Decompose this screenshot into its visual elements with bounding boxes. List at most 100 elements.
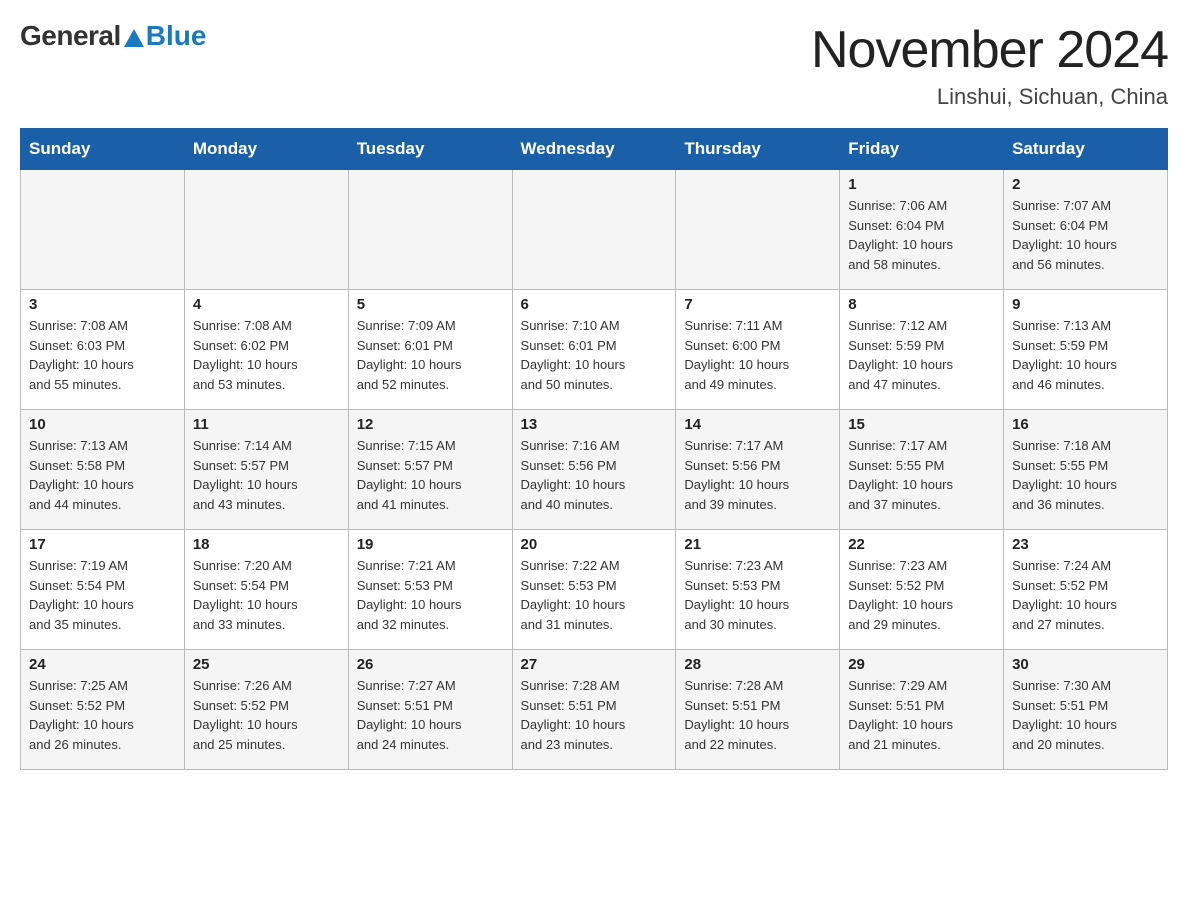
calendar-cell xyxy=(21,170,185,290)
calendar-table: SundayMondayTuesdayWednesdayThursdayFrid… xyxy=(20,128,1168,770)
day-info: Sunrise: 7:14 AM Sunset: 5:57 PM Dayligh… xyxy=(193,436,340,514)
title-area: November 2024 Linshui, Sichuan, China xyxy=(811,20,1168,110)
calendar-header-sunday: Sunday xyxy=(21,129,185,170)
calendar-cell: 24 Sunrise: 7:25 AM Sunset: 5:52 PM Dayli… xyxy=(21,650,185,770)
calendar-week-1: 1 Sunrise: 7:06 AM Sunset: 6:04 PM Daylig… xyxy=(21,170,1168,290)
logo-triangle-icon xyxy=(124,29,144,47)
calendar-header-saturday: Saturday xyxy=(1004,129,1168,170)
day-info: Sunrise: 7:07 AM Sunset: 6:04 PM Dayligh… xyxy=(1012,196,1159,274)
day-number: 28 xyxy=(684,656,831,673)
day-info: Sunrise: 7:15 AM Sunset: 5:57 PM Dayligh… xyxy=(357,436,504,514)
day-number: 1 xyxy=(848,176,995,193)
day-number: 17 xyxy=(29,536,176,553)
calendar-cell: 3 Sunrise: 7:08 AM Sunset: 6:03 PM Daylig… xyxy=(21,290,185,410)
calendar-header-thursday: Thursday xyxy=(676,129,840,170)
day-number: 22 xyxy=(848,536,995,553)
day-number: 2 xyxy=(1012,176,1159,193)
day-number: 19 xyxy=(357,536,504,553)
day-info: Sunrise: 7:30 AM Sunset: 5:51 PM Dayligh… xyxy=(1012,676,1159,754)
day-number: 16 xyxy=(1012,416,1159,433)
calendar-cell: 25 Sunrise: 7:26 AM Sunset: 5:52 PM Dayli… xyxy=(184,650,348,770)
calendar-cell: 11Sunrise: 7:14 AM Sunset: 5:57 PM Dayli… xyxy=(184,410,348,530)
day-number: 4 xyxy=(193,296,340,313)
calendar-week-2: 3 Sunrise: 7:08 AM Sunset: 6:03 PM Daylig… xyxy=(21,290,1168,410)
location-title: Linshui, Sichuan, China xyxy=(811,84,1168,110)
day-info: Sunrise: 7:20 AM Sunset: 5:54 PM Dayligh… xyxy=(193,556,340,634)
day-number: 27 xyxy=(521,656,668,673)
calendar-cell: 29Sunrise: 7:29 AM Sunset: 5:51 PM Dayli… xyxy=(840,650,1004,770)
day-number: 9 xyxy=(1012,296,1159,313)
calendar-header-row: SundayMondayTuesdayWednesdayThursdayFrid… xyxy=(21,129,1168,170)
calendar-cell: 30 Sunrise: 7:30 AM Sunset: 5:51 PM Dayli… xyxy=(1004,650,1168,770)
calendar-cell: 4 Sunrise: 7:08 AM Sunset: 6:02 PM Daylig… xyxy=(184,290,348,410)
day-info: Sunrise: 7:08 AM Sunset: 6:02 PM Dayligh… xyxy=(193,316,340,394)
calendar-week-3: 10 Sunrise: 7:13 AM Sunset: 5:58 PM Dayli… xyxy=(21,410,1168,530)
day-number: 26 xyxy=(357,656,504,673)
header: General Blue November 2024 Linshui, Sich… xyxy=(20,20,1168,110)
calendar-header-wednesday: Wednesday xyxy=(512,129,676,170)
day-info: Sunrise: 7:22 AM Sunset: 5:53 PM Dayligh… xyxy=(521,556,668,634)
day-info: Sunrise: 7:17 AM Sunset: 5:55 PM Dayligh… xyxy=(848,436,995,514)
day-number: 5 xyxy=(357,296,504,313)
calendar-cell: 18Sunrise: 7:20 AM Sunset: 5:54 PM Dayli… xyxy=(184,530,348,650)
day-info: Sunrise: 7:16 AM Sunset: 5:56 PM Dayligh… xyxy=(521,436,668,514)
calendar-cell: 22 Sunrise: 7:23 AM Sunset: 5:52 PM Dayli… xyxy=(840,530,1004,650)
day-info: Sunrise: 7:21 AM Sunset: 5:53 PM Dayligh… xyxy=(357,556,504,634)
day-info: Sunrise: 7:17 AM Sunset: 5:56 PM Dayligh… xyxy=(684,436,831,514)
day-number: 30 xyxy=(1012,656,1159,673)
calendar-header-tuesday: Tuesday xyxy=(348,129,512,170)
day-info: Sunrise: 7:18 AM Sunset: 5:55 PM Dayligh… xyxy=(1012,436,1159,514)
day-info: Sunrise: 7:13 AM Sunset: 5:59 PM Dayligh… xyxy=(1012,316,1159,394)
calendar-cell: 7 Sunrise: 7:11 AM Sunset: 6:00 PM Daylig… xyxy=(676,290,840,410)
day-info: Sunrise: 7:08 AM Sunset: 6:03 PM Dayligh… xyxy=(29,316,176,394)
calendar-cell xyxy=(184,170,348,290)
day-number: 25 xyxy=(193,656,340,673)
day-info: Sunrise: 7:27 AM Sunset: 5:51 PM Dayligh… xyxy=(357,676,504,754)
calendar-header-friday: Friday xyxy=(840,129,1004,170)
month-title: November 2024 xyxy=(811,20,1168,80)
day-number: 13 xyxy=(521,416,668,433)
day-info: Sunrise: 7:28 AM Sunset: 5:51 PM Dayligh… xyxy=(684,676,831,754)
day-info: Sunrise: 7:29 AM Sunset: 5:51 PM Dayligh… xyxy=(848,676,995,754)
day-number: 24 xyxy=(29,656,176,673)
day-number: 6 xyxy=(521,296,668,313)
day-number: 10 xyxy=(29,416,176,433)
calendar-cell: 26 Sunrise: 7:27 AM Sunset: 5:51 PM Dayli… xyxy=(348,650,512,770)
calendar-cell: 2 Sunrise: 7:07 AM Sunset: 6:04 PM Daylig… xyxy=(1004,170,1168,290)
day-info: Sunrise: 7:25 AM Sunset: 5:52 PM Dayligh… xyxy=(29,676,176,754)
calendar-cell: 23Sunrise: 7:24 AM Sunset: 5:52 PM Dayli… xyxy=(1004,530,1168,650)
calendar-cell: 15 Sunrise: 7:17 AM Sunset: 5:55 PM Dayli… xyxy=(840,410,1004,530)
day-info: Sunrise: 7:10 AM Sunset: 6:01 PM Dayligh… xyxy=(521,316,668,394)
calendar-cell xyxy=(512,170,676,290)
day-number: 12 xyxy=(357,416,504,433)
day-info: Sunrise: 7:11 AM Sunset: 6:00 PM Dayligh… xyxy=(684,316,831,394)
calendar-cell: 5Sunrise: 7:09 AM Sunset: 6:01 PM Daylig… xyxy=(348,290,512,410)
calendar-cell: 14 Sunrise: 7:17 AM Sunset: 5:56 PM Dayli… xyxy=(676,410,840,530)
calendar-cell: 17 Sunrise: 7:19 AM Sunset: 5:54 PM Dayli… xyxy=(21,530,185,650)
day-number: 3 xyxy=(29,296,176,313)
day-info: Sunrise: 7:06 AM Sunset: 6:04 PM Dayligh… xyxy=(848,196,995,274)
day-info: Sunrise: 7:28 AM Sunset: 5:51 PM Dayligh… xyxy=(521,676,668,754)
calendar-cell: 21Sunrise: 7:23 AM Sunset: 5:53 PM Dayli… xyxy=(676,530,840,650)
day-number: 15 xyxy=(848,416,995,433)
day-info: Sunrise: 7:23 AM Sunset: 5:53 PM Dayligh… xyxy=(684,556,831,634)
calendar-cell: 8Sunrise: 7:12 AM Sunset: 5:59 PM Daylig… xyxy=(840,290,1004,410)
calendar-cell: 6 Sunrise: 7:10 AM Sunset: 6:01 PM Daylig… xyxy=(512,290,676,410)
calendar-cell: 16 Sunrise: 7:18 AM Sunset: 5:55 PM Dayli… xyxy=(1004,410,1168,530)
calendar-cell: 27 Sunrise: 7:28 AM Sunset: 5:51 PM Dayli… xyxy=(512,650,676,770)
day-info: Sunrise: 7:26 AM Sunset: 5:52 PM Dayligh… xyxy=(193,676,340,754)
calendar-week-4: 17 Sunrise: 7:19 AM Sunset: 5:54 PM Dayli… xyxy=(21,530,1168,650)
day-info: Sunrise: 7:23 AM Sunset: 5:52 PM Dayligh… xyxy=(848,556,995,634)
calendar-cell xyxy=(676,170,840,290)
day-info: Sunrise: 7:13 AM Sunset: 5:58 PM Dayligh… xyxy=(29,436,176,514)
day-number: 14 xyxy=(684,416,831,433)
calendar-cell: 13 Sunrise: 7:16 AM Sunset: 5:56 PM Dayli… xyxy=(512,410,676,530)
calendar-cell: 28 Sunrise: 7:28 AM Sunset: 5:51 PM Dayli… xyxy=(676,650,840,770)
day-info: Sunrise: 7:19 AM Sunset: 5:54 PM Dayligh… xyxy=(29,556,176,634)
calendar-cell: 20Sunrise: 7:22 AM Sunset: 5:53 PM Dayli… xyxy=(512,530,676,650)
day-number: 23 xyxy=(1012,536,1159,553)
day-number: 7 xyxy=(684,296,831,313)
calendar-cell: 10 Sunrise: 7:13 AM Sunset: 5:58 PM Dayli… xyxy=(21,410,185,530)
day-info: Sunrise: 7:12 AM Sunset: 5:59 PM Dayligh… xyxy=(848,316,995,394)
logo: General Blue xyxy=(20,20,206,52)
